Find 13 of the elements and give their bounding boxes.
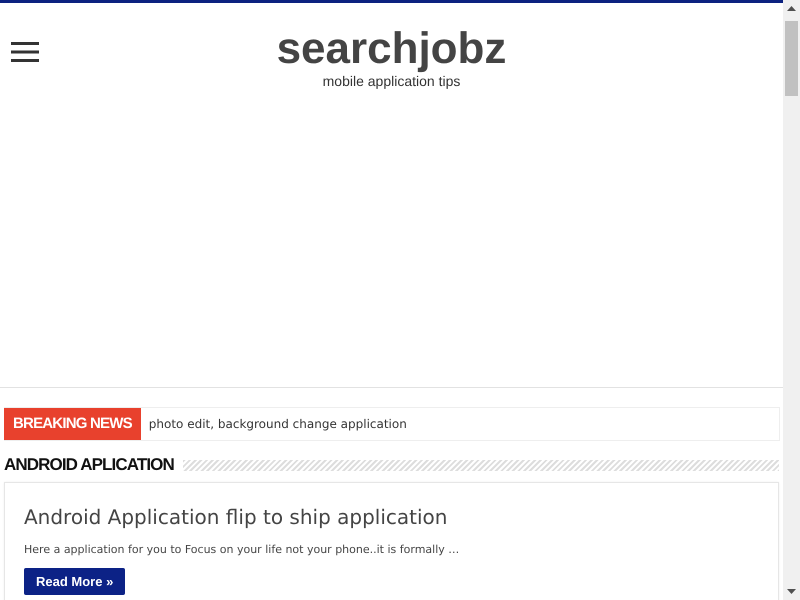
post-title[interactable]: Android Application flip to ship application [24, 503, 448, 531]
section-title: ANDROID APLICATION [4, 455, 174, 475]
site-title[interactable]: searchjobz [276, 25, 506, 73]
breaking-news-label: BREAKING NEWS [4, 408, 141, 440]
scroll-down-arrow-icon[interactable] [787, 589, 796, 594]
read-more-button[interactable]: Read More » [24, 568, 126, 595]
scroll-up-arrow-icon[interactable] [787, 6, 796, 11]
site-tagline: mobile application tips [322, 73, 460, 89]
breaking-news-link[interactable]: photo edit, background change application [140, 417, 407, 431]
scrollbar-thumb[interactable] [785, 21, 798, 96]
post-excerpt: Here a application for you to Focus on your life not your phone..it is formally … [24, 543, 460, 556]
menu-icon[interactable] [11, 42, 39, 62]
scrollbar[interactable] [783, 0, 800, 600]
